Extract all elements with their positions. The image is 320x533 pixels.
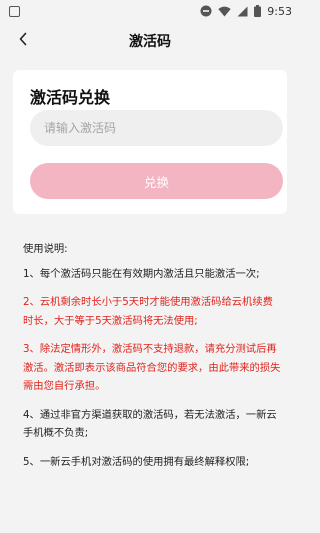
instruction-item-3: 3、除法定情形外，激活码不支持退款，请充分测试后再激活。激活即表示该商品符合您的…: [23, 343, 281, 392]
usage-instructions: 使用说明: 1、每个激活码只能在有效期内激活且只能激活一次; 2、云机剩余时长小…: [23, 240, 283, 481]
page-title: 激活码: [129, 34, 171, 50]
cellular-signal-icon: [237, 2, 248, 21]
card-title: 激活码兑换: [30, 88, 111, 107]
do-not-disturb-icon: [200, 2, 212, 21]
redeem-card: 激活码兑换 兑换: [13, 70, 287, 214]
activation-code-input[interactable]: [30, 110, 283, 146]
instruction-item-4: 4、通过非官方渠道获取的激活码，若无法激活，一新云手机概不负责;: [23, 408, 277, 440]
app-notification-icon: [9, 5, 20, 17]
title-bar: 激活码: [0, 22, 300, 60]
status-time: 9:53: [267, 4, 292, 18]
instruction-item-2: 2、云机剩余时长小于5天时才能使用激活码给云机续费时长，大于等于5天激活码将无法…: [23, 296, 273, 327]
status-left: [9, 5, 20, 17]
instruction-item-1: 1、每个激活码只能在有效期内激活且只能激活一次;: [23, 267, 260, 280]
page: 9:53 激活码 激活码兑换 兑换 使用说明: 1、每个激活码只能在有效期内激活…: [0, 0, 300, 533]
redeem-button[interactable]: 兑换: [30, 163, 283, 199]
wifi-icon: [218, 2, 231, 21]
instruction-item-5: 5、一新云手机对激活码的使用拥有最终解释权限;: [23, 455, 250, 468]
status-right: 9:53: [200, 2, 292, 21]
status-bar: 9:53: [0, 0, 300, 22]
instructions-heading: 使用说明:: [23, 243, 68, 255]
battery-icon: [254, 2, 262, 21]
